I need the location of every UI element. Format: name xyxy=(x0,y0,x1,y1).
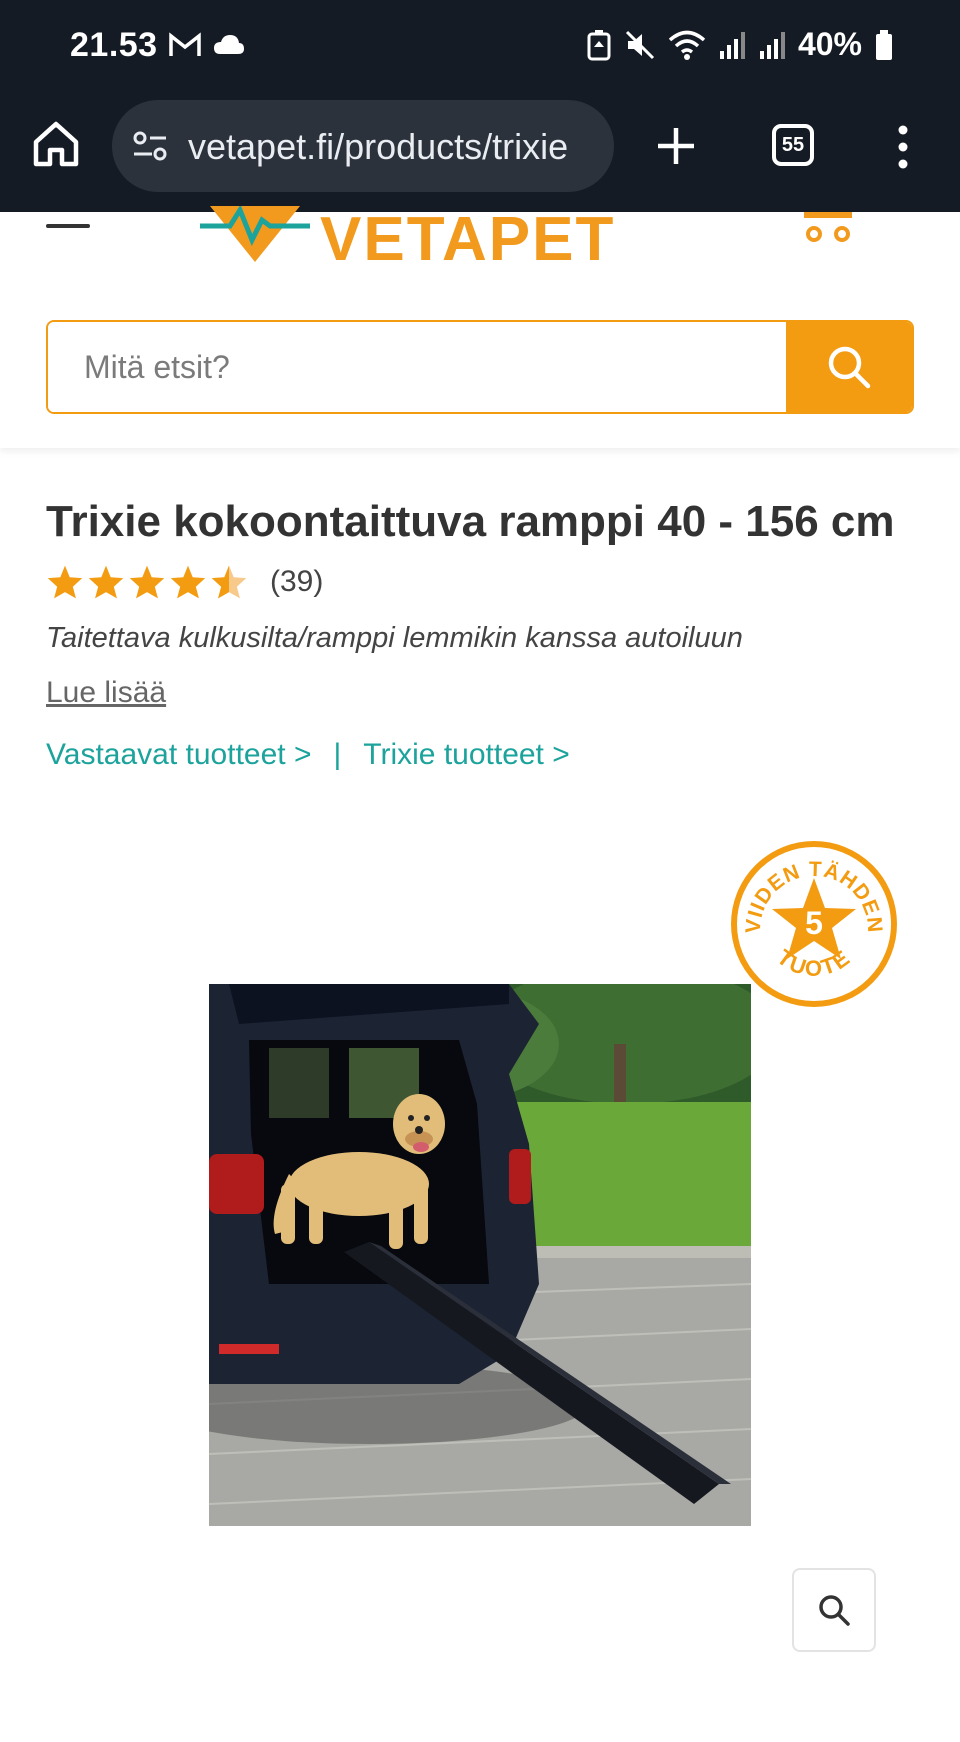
site-logo[interactable]: VETAPET xyxy=(200,205,640,278)
read-more-link[interactable]: Lue lisää xyxy=(46,676,166,710)
star-icon xyxy=(47,565,83,599)
search-input[interactable] xyxy=(48,322,786,412)
tab-switcher-button[interactable]: 55 xyxy=(772,124,814,166)
star-icon xyxy=(88,565,124,599)
url-text[interactable]: vetapet.fi/products/trixie xyxy=(188,126,608,170)
signal-icon xyxy=(719,31,745,59)
plus-icon[interactable] xyxy=(652,122,700,170)
similar-products-link[interactable]: Vastaavat tuotteet > xyxy=(46,738,311,772)
star-half-icon xyxy=(211,565,247,599)
battery-saver-icon xyxy=(587,29,611,60)
logo-text: VETAPET xyxy=(320,205,616,274)
product-gallery: VIIDEN TÄHDEN 5 TUOTE xyxy=(0,820,960,1680)
five-star-product-badge: VIIDEN TÄHDEN 5 TUOTE xyxy=(731,841,897,1007)
badge-number: 5 xyxy=(805,905,823,941)
cart-icon[interactable] xyxy=(800,212,856,248)
cloud-icon xyxy=(214,35,244,54)
hamburger-icon[interactable] xyxy=(46,212,90,232)
browser-toolbar: vetapet.fi/products/trixie 55 xyxy=(0,98,960,198)
search-icon xyxy=(828,346,871,389)
product-rating[interactable]: (39) xyxy=(46,564,323,600)
product-subtitle: Taitettava kulkusilta/ramppi lemmikin ka… xyxy=(46,622,743,654)
address-bar[interactable]: vetapet.fi/products/trixie xyxy=(112,100,614,192)
site-settings-icon[interactable] xyxy=(130,126,170,166)
status-bar: 21.53 40% xyxy=(0,0,960,96)
gmail-icon xyxy=(169,32,201,56)
link-separator: | xyxy=(333,738,342,771)
logo-heartbeat-icon xyxy=(200,206,310,262)
rating-stars xyxy=(46,564,248,600)
product-title: Trixie kokoontaittuva ramppi 40 - 156 cm xyxy=(46,497,895,546)
star-icon xyxy=(129,565,165,599)
status-time: 21.53 xyxy=(70,26,158,64)
status-system-icons: 40% xyxy=(586,26,894,63)
site-header: VETAPET xyxy=(0,205,960,448)
wifi-icon xyxy=(668,30,706,60)
product-photo[interactable] xyxy=(209,984,751,1526)
zoom-icon xyxy=(819,1595,850,1626)
battery-percent: 40% xyxy=(797,26,862,62)
zoom-button[interactable] xyxy=(792,1568,876,1652)
search-form xyxy=(46,320,914,414)
mute-icon xyxy=(625,30,655,59)
signal-icon-2 xyxy=(759,31,785,59)
home-icon[interactable] xyxy=(30,118,82,170)
search-button[interactable] xyxy=(786,322,912,412)
related-links: Vastaavat tuotteet > | Trixie tuotteet > xyxy=(46,738,570,772)
more-vert-icon[interactable] xyxy=(888,122,918,172)
review-count[interactable]: (39) xyxy=(270,565,323,599)
brand-products-link[interactable]: Trixie tuotteet > xyxy=(363,738,569,772)
battery-icon xyxy=(876,29,892,60)
status-notification-icons xyxy=(168,30,246,60)
browser-chrome: 21.53 40% vetapet.fi/products/trixie 55 xyxy=(0,0,960,212)
star-icon xyxy=(170,565,206,599)
